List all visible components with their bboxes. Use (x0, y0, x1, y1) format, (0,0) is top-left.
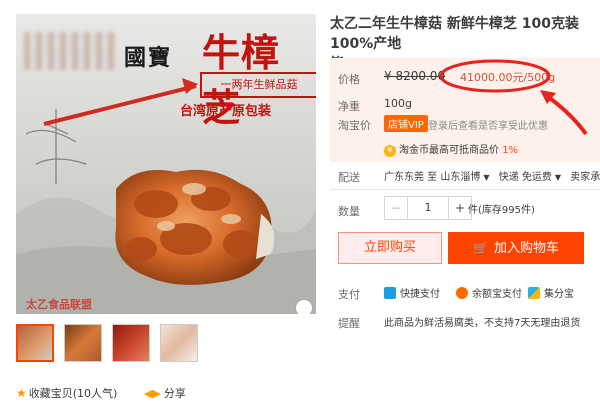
remind-text: 此商品为鲜活易腐类，不支持7天无理由退货 (384, 318, 581, 329)
thumbnail-4[interactable] (160, 324, 198, 362)
coin-percent: 1% (502, 145, 519, 156)
coin-text: 淘金币最高可抵商品价 (399, 145, 499, 156)
watermark-text: 太乙食品联盟 (26, 298, 92, 311)
net-weight-value: 100g (384, 97, 412, 110)
payment-method-label: 余额宝支付 (472, 289, 522, 300)
share-icon: ◀▶ (144, 387, 161, 400)
collect-label: 收藏宝贝 (28, 387, 73, 400)
shipping-info: 广东东莞 至 山东淄博▼ 快递 免运费▼ 卖家承诺 (384, 168, 600, 183)
quick-pay-option[interactable]: 快捷支付 (384, 285, 440, 300)
shipping-destination[interactable]: 山东淄博 (440, 172, 480, 183)
origin-text: 台湾原产原包装 (180, 104, 272, 119)
cart-icon: 🛒 (473, 241, 488, 255)
brand-small-text: 國寶 (124, 45, 173, 71)
star-icon: ★ (16, 386, 27, 400)
promo-price: 41000.00元/500g (460, 71, 556, 84)
buy-now-button[interactable]: 立即购买 (338, 232, 442, 264)
product-title-line1: 太乙二年生牛樟菇 新鲜牛樟芝 100克装 100%产地 (330, 16, 579, 52)
quantity-input[interactable] (408, 197, 449, 219)
add-to-cart-label: 加入购物车 (493, 241, 559, 256)
quantity-label: 数量 (338, 205, 360, 218)
thumbnail-3[interactable] (112, 324, 150, 362)
remind-label: 提醒 (338, 317, 360, 330)
thumbnail-1[interactable] (16, 324, 54, 362)
yuebao-pay-option[interactable]: 余额宝支付 (456, 285, 522, 300)
price-label: 价格 (338, 73, 360, 86)
thumbnail-2[interactable] (64, 324, 102, 362)
taobao-price-label: 淘宝价 (338, 119, 371, 132)
blurred-logo (24, 32, 116, 70)
quantity-stepper: − + (384, 196, 472, 220)
share-label: 分享 (163, 387, 186, 400)
shipping-from: 广东东莞 至 (384, 172, 438, 183)
payment-method-label: 集分宝 (544, 289, 574, 300)
yuebao-icon (456, 287, 468, 299)
stock-text: 件(库存995件) (468, 205, 535, 216)
taobao-coin-row: ¥ 淘金币最高可抵商品价 1% (384, 141, 518, 157)
product-main-image[interactable]: 國寶 牛樟芝 一两年生鲜品菇 台湾原产原包装 太乙食品联盟 (16, 14, 316, 314)
add-to-cart-button[interactable]: 🛒 加入购物车 (448, 232, 584, 264)
share-button[interactable]: ◀▶ 分享 (144, 385, 186, 401)
quantity-decrease-button[interactable]: − (385, 197, 408, 219)
shipping-method[interactable]: 快递 免运费 (499, 172, 552, 183)
original-price: ¥ 8200.00 (384, 69, 446, 83)
coin-icon: ¥ (384, 145, 396, 157)
collect-count: (10人气) (72, 387, 118, 400)
payment-label: 支付 (338, 288, 360, 301)
collect-button[interactable]: ★ 收藏宝贝(10人气) (16, 385, 117, 401)
jifenbao-option[interactable]: 集分宝 (528, 285, 574, 300)
vip-login-link[interactable]: 登录后查看是否享受此优惠 (428, 117, 548, 132)
product-tag-box: 一两年生鲜品菇 (200, 72, 316, 98)
shipping-label: 配送 (338, 171, 360, 184)
seller-promise[interactable]: 卖家承诺 (570, 172, 600, 183)
divider (330, 189, 600, 190)
quick-pay-icon (384, 287, 396, 299)
jifenbao-icon (528, 287, 540, 299)
shop-vip-badge[interactable]: 店铺VIP (384, 115, 428, 132)
chevron-down-icon[interactable]: ▼ (555, 173, 561, 182)
net-weight-label: 净重 (338, 100, 360, 113)
chevron-down-icon[interactable]: ▼ (483, 173, 489, 182)
zoom-icon[interactable] (296, 300, 312, 314)
payment-method-label: 快捷支付 (400, 289, 440, 300)
